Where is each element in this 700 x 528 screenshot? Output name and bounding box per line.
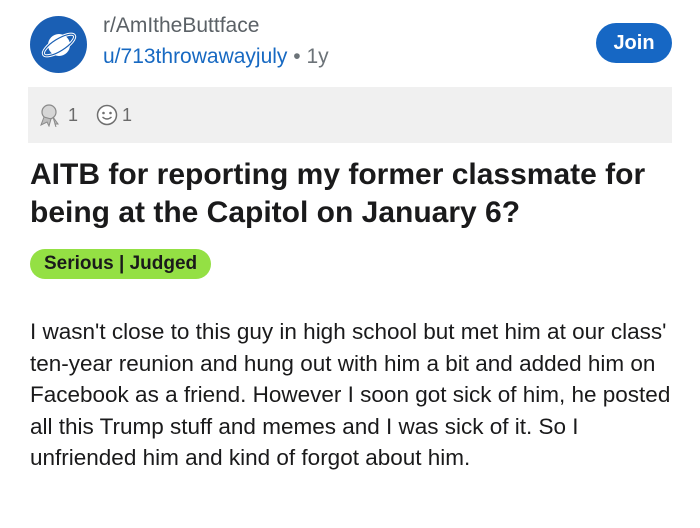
post-age: 1y <box>306 45 329 68</box>
planet-icon <box>41 32 76 57</box>
join-button[interactable]: Join <box>596 23 672 63</box>
subreddit-name[interactable]: r/AmItheButtface <box>103 14 259 38</box>
post-body: I wasn't close to this guy in high schoo… <box>30 319 671 470</box>
subreddit-avatar[interactable] <box>30 16 87 73</box>
post-header: r/AmItheButtface u/713throwawayjuly • 1y… <box>0 0 700 82</box>
wholesome-award-icon <box>96 104 118 126</box>
author-link[interactable]: u/713throwawayjuly <box>103 45 287 68</box>
award-wholesome[interactable]: 1 <box>94 103 132 127</box>
silver-award-icon <box>40 104 59 127</box>
meta-separator: • <box>293 45 301 68</box>
post-meta: u/713throwawayjuly • 1y <box>103 45 329 69</box>
award-silver[interactable]: 1 <box>38 103 78 127</box>
awards-bar[interactable]: 1 1 <box>28 87 672 143</box>
post-flair[interactable]: Serious | Judged <box>30 249 212 279</box>
award-count: 1 <box>68 104 79 125</box>
post-title[interactable]: AITB for reporting my former classmate f… <box>30 156 680 232</box>
award-count: 1 <box>122 104 133 125</box>
